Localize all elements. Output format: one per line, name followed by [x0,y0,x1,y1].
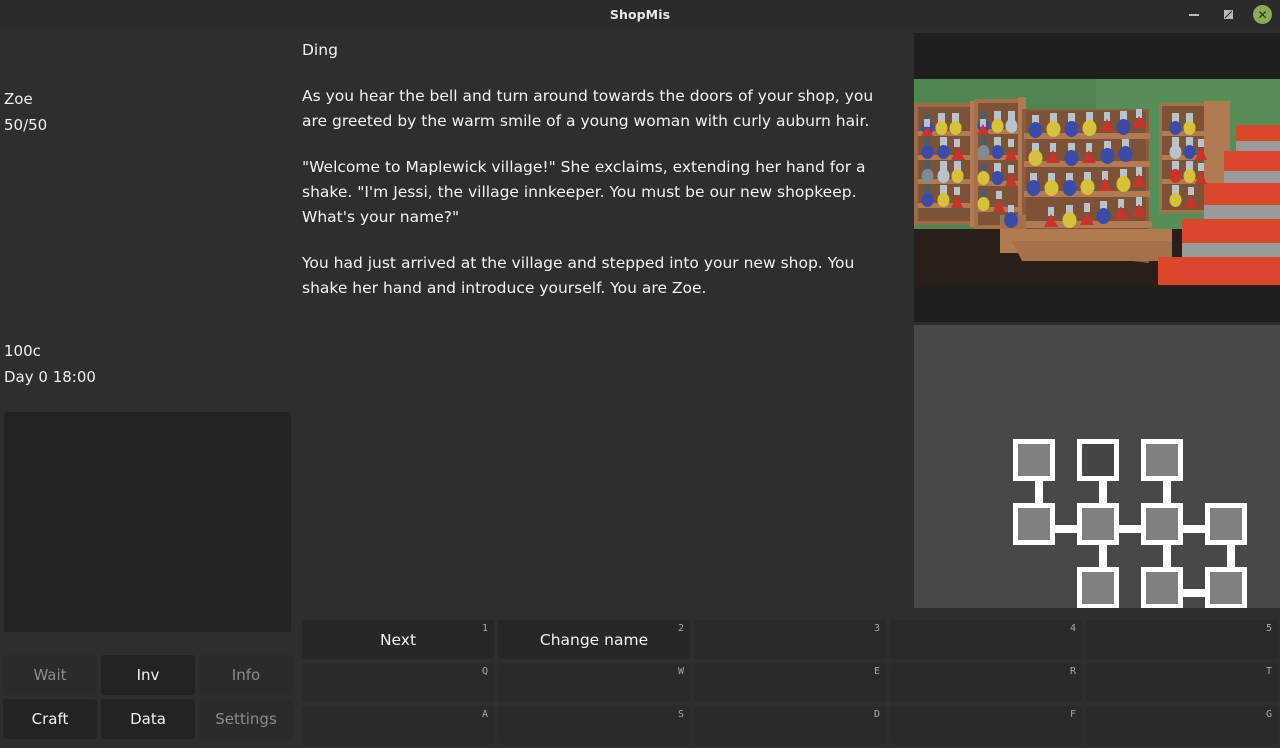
map-node[interactable] [1013,439,1055,481]
story-paragraph: You had just arrived at the village and … [302,254,855,297]
action-hotkey: 5 [1265,623,1272,634]
economy-status: 100c Day 0 18:00 [4,338,96,390]
menu-button-data[interactable]: Data [101,699,195,739]
player-status: Zoe 50/50 [4,86,47,138]
action-slot-empty: W [498,663,690,702]
story-paragraph: Ding [302,41,338,59]
action-hotkey: D [873,709,880,720]
minimize-button[interactable] [1185,6,1203,24]
action-slot-empty: S [498,706,690,745]
action-hotkey: S [677,709,684,720]
action-slot-empty: 3 [694,620,886,659]
sidebar-menu: Wait Inv Info Craft Data Settings [3,655,293,739]
action-button-next[interactable]: Next 1 [302,620,494,659]
menu-button-settings: Settings [199,699,293,739]
map-node[interactable] [1141,503,1183,545]
action-hotkey: R [1069,666,1076,677]
map-node[interactable] [1141,439,1183,481]
game-clock: Day 0 18:00 [4,368,96,386]
action-hotkey: W [677,666,684,677]
action-slot-empty: R [890,663,1082,702]
action-slot-empty: T [1086,663,1278,702]
action-label: Change name [539,630,649,649]
action-hotkey: 4 [1069,623,1076,634]
action-slot-empty: 5 [1086,620,1278,659]
window-title: ShopMis [609,7,671,22]
action-hotkey: G [1265,709,1272,720]
action-label: Next [379,630,417,649]
action-slot-empty: A [302,706,494,745]
menu-button-info: Info [199,655,293,695]
action-hotkey: Q [481,666,488,677]
action-hotkey: F [1069,709,1076,720]
map-node[interactable] [1077,503,1119,545]
action-hotkey: E [873,666,880,677]
action-slot-empty: D [694,706,886,745]
action-hotkey: 1 [481,623,488,634]
action-slot-empty: Q [302,663,494,702]
action-hotkey: A [481,709,488,720]
world-map-panel[interactable] [914,325,1280,608]
menu-button-inv[interactable]: Inv [101,655,195,695]
maximize-icon [1223,10,1233,19]
inventory-preview-panel [4,412,291,632]
player-health: 50/50 [4,116,48,134]
window-titlebar: ShopMis ✕ [0,0,1280,29]
action-button-grid: Next 1 Change name 2 3 4 5 Q W E R T A S D F G [302,620,1278,745]
maximize-button[interactable] [1219,6,1237,24]
story-paragraph: "Welcome to Maplewick village!" She excl… [302,158,866,226]
scene-image-panel [914,33,1280,322]
minimize-icon [1189,13,1199,16]
player-name: Zoe [4,90,33,108]
action-slot-empty: 4 [890,620,1082,659]
action-slot-empty: F [890,706,1082,745]
close-button[interactable]: ✕ [1253,5,1272,24]
story-paragraph: As you hear the bell and turn around tow… [302,87,874,130]
action-hotkey: T [1265,666,1272,677]
menu-button-craft[interactable]: Craft [3,699,97,739]
action-slot-empty: G [1086,706,1278,745]
potion-shop-illustration [914,33,1280,322]
action-button-change-name[interactable]: Change name 2 [498,620,690,659]
map-node[interactable] [1077,439,1119,481]
action-hotkey: 2 [677,623,684,634]
window-controls: ✕ [1185,0,1272,29]
map-node[interactable] [1077,567,1119,608]
sidebar: Zoe 50/50 100c Day 0 18:00 Wait Inv Info Cr… [0,29,295,748]
action-hotkey: 3 [873,623,880,634]
story-text: Ding As you hear the bell and turn around… [302,38,902,301]
action-slot-empty: E [694,663,886,702]
map-node[interactable] [1141,567,1183,608]
menu-button-wait: Wait [3,655,97,695]
map-node[interactable] [1205,503,1247,545]
money-amount: 100c [4,342,41,360]
map-node[interactable] [1013,503,1055,545]
map-node[interactable] [1205,567,1247,608]
